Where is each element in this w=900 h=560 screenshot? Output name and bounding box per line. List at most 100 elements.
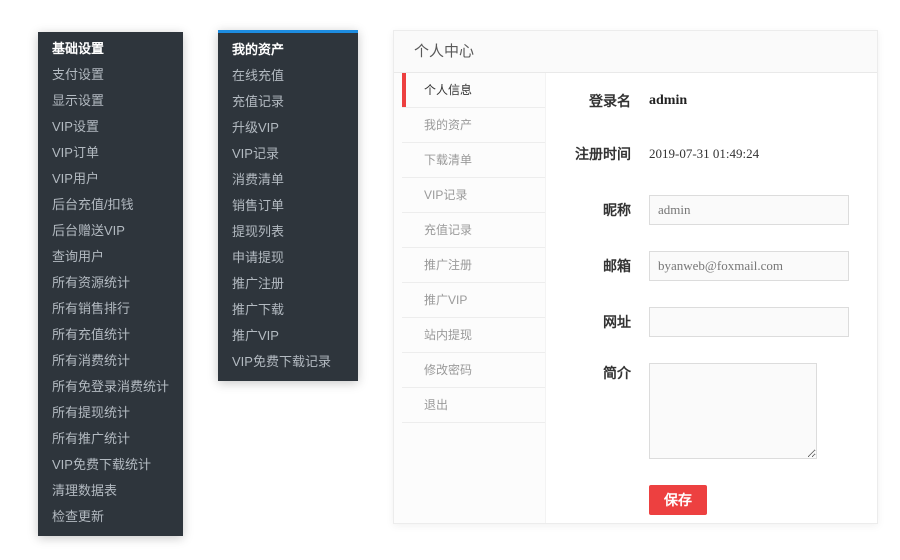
tab-item[interactable]: 个人信息 bbox=[402, 73, 545, 108]
sidebar-item-label: 申请提现 bbox=[232, 250, 284, 265]
panel-title: 个人中心 bbox=[394, 31, 877, 73]
sidebar-item-label: 所有销售排行 bbox=[52, 301, 130, 316]
sidebar-item[interactable]: 所有推广统计 bbox=[38, 426, 183, 452]
sidebar-item[interactable]: 在线充值 bbox=[218, 63, 358, 89]
sidebar-item-label: 支付设置 bbox=[52, 67, 104, 82]
tab-item-label: 推广注册 bbox=[424, 258, 472, 272]
settings-sidebar: 基础设置 支付设置 显示设置 VIP设置 VIP订单 VIP用户 后台充值/扣钱… bbox=[38, 32, 183, 536]
register-time-row: 注册时间 2019-07-31 01:49:24 bbox=[546, 144, 877, 164]
sidebar-item-label: 推广下载 bbox=[232, 302, 284, 317]
sidebar-item[interactable]: 所有销售排行 bbox=[38, 296, 183, 322]
sidebar-item-label: VIP免费下载统计 bbox=[52, 457, 151, 472]
login-name-value: admin bbox=[649, 93, 687, 109]
register-time-value: 2019-07-31 01:49:24 bbox=[649, 146, 759, 162]
save-row: 保存 bbox=[649, 485, 877, 515]
sidebar-item-label: 所有提现统计 bbox=[52, 405, 130, 420]
profile-form: 登录名 admin 注册时间 2019-07-31 01:49:24 昵称 邮箱… bbox=[546, 73, 877, 523]
email-label: 邮箱 bbox=[546, 256, 631, 276]
sidebar-item[interactable]: VIP用户 bbox=[38, 166, 183, 192]
panel-body: 个人信息 我的资产 下载清单 VIP记录 充值记录 bbox=[394, 73, 877, 523]
sidebar-item-label: 查询用户 bbox=[52, 249, 104, 264]
tab-item-label: 下载清单 bbox=[424, 153, 472, 167]
sidebar-item[interactable]: VIP免费下载记录 bbox=[218, 349, 358, 375]
sidebar-item-label: 我的资产 bbox=[232, 42, 284, 57]
login-name-label: 登录名 bbox=[546, 91, 631, 111]
save-button[interactable]: 保存 bbox=[649, 485, 707, 515]
sidebar-item-label: 显示设置 bbox=[52, 93, 104, 108]
sidebar-item[interactable]: VIP设置 bbox=[38, 114, 183, 140]
sidebar-item-label: 所有推广统计 bbox=[52, 431, 130, 446]
sidebar-item-label: 所有免登录消费统计 bbox=[52, 379, 169, 394]
sidebar-item[interactable]: 销售订单 bbox=[218, 193, 358, 219]
sidebar-item-label: VIP设置 bbox=[52, 119, 99, 134]
website-label: 网址 bbox=[546, 312, 631, 332]
sidebar-item[interactable]: 提现列表 bbox=[218, 219, 358, 245]
sidebar-item[interactable]: 推广下载 bbox=[218, 297, 358, 323]
tab-item-label: 退出 bbox=[424, 398, 448, 412]
sidebar-item[interactable]: 所有免登录消费统计 bbox=[38, 374, 183, 400]
sidebar-item[interactable]: 消费清单 bbox=[218, 167, 358, 193]
tab-item[interactable]: 推广VIP bbox=[402, 283, 545, 318]
sidebar-item[interactable]: 所有充值统计 bbox=[38, 322, 183, 348]
intro-textarea[interactable] bbox=[649, 363, 817, 459]
sidebar-item[interactable]: 推广注册 bbox=[218, 271, 358, 297]
tab-item[interactable]: 退出 bbox=[402, 388, 545, 423]
sidebar-item-label: 提现列表 bbox=[232, 224, 284, 239]
sidebar-item[interactable]: VIP免费下载统计 bbox=[38, 452, 183, 478]
sidebar-item[interactable]: 查询用户 bbox=[38, 244, 183, 270]
tab-item[interactable]: 下载清单 bbox=[402, 143, 545, 178]
personal-center-panel: 个人中心 个人信息 我的资产 下载清单 VIP记录 bbox=[393, 30, 878, 524]
sidebar-item[interactable]: 申请提现 bbox=[218, 245, 358, 271]
sidebar-item-label: 后台赠送VIP bbox=[52, 223, 125, 238]
website-input[interactable] bbox=[649, 307, 849, 337]
sidebar-item-label: 所有消费统计 bbox=[52, 353, 130, 368]
sidebar-item[interactable]: 支付设置 bbox=[38, 62, 183, 88]
sidebar-item[interactable]: 所有资源统计 bbox=[38, 270, 183, 296]
sidebar-item-label: VIP记录 bbox=[232, 146, 279, 161]
sidebar-item[interactable]: 推广VIP bbox=[218, 323, 358, 349]
tab-item-label: 站内提现 bbox=[424, 328, 472, 342]
tab-item[interactable]: 修改密码 bbox=[402, 353, 545, 388]
tab-item[interactable]: 充值记录 bbox=[402, 213, 545, 248]
website-row: 网址 bbox=[546, 307, 877, 337]
sidebar-item-label: 销售订单 bbox=[232, 198, 284, 213]
login-name-row: 登录名 admin bbox=[546, 91, 877, 111]
sidebar-item[interactable]: VIP记录 bbox=[218, 141, 358, 167]
nickname-row: 昵称 bbox=[546, 195, 877, 225]
sidebar-item-label: 升级VIP bbox=[232, 120, 279, 135]
sidebar-item[interactable]: VIP订单 bbox=[38, 140, 183, 166]
sidebar-item-label: VIP订单 bbox=[52, 145, 99, 160]
nickname-input[interactable] bbox=[649, 195, 849, 225]
sidebar-item[interactable]: 后台赠送VIP bbox=[38, 218, 183, 244]
sidebar-item-label: 消费清单 bbox=[232, 172, 284, 187]
sidebar-item-label: 所有充值统计 bbox=[52, 327, 130, 342]
sidebar-item[interactable]: 检查更新 bbox=[38, 504, 183, 530]
sidebar-item-label: 在线充值 bbox=[232, 68, 284, 83]
tab-item[interactable]: 推广注册 bbox=[402, 248, 545, 283]
sidebar-item[interactable]: 后台充值/扣钱 bbox=[38, 192, 183, 218]
tab-item[interactable]: 我的资产 bbox=[402, 108, 545, 143]
sidebar-item[interactable]: 升级VIP bbox=[218, 115, 358, 141]
tab-item[interactable]: VIP记录 bbox=[402, 178, 545, 213]
tab-item-label: 个人信息 bbox=[424, 83, 472, 97]
sidebar-item-label: 后台充值/扣钱 bbox=[52, 197, 134, 212]
sidebar-item[interactable]: 充值记录 bbox=[218, 89, 358, 115]
register-time-label: 注册时间 bbox=[546, 144, 631, 164]
sidebar-item-label: 清理数据表 bbox=[52, 483, 117, 498]
tab-item-label: 推广VIP bbox=[424, 293, 467, 307]
sidebar-item-label: VIP免费下载记录 bbox=[232, 354, 331, 369]
sidebar-item[interactable]: 所有消费统计 bbox=[38, 348, 183, 374]
sidebar-item[interactable]: 基础设置 bbox=[38, 36, 183, 62]
sidebar-item-label: 所有资源统计 bbox=[52, 275, 130, 290]
tab-item-label: 修改密码 bbox=[424, 363, 472, 377]
sidebar-item[interactable]: 我的资产 bbox=[218, 37, 358, 63]
sidebar-item[interactable]: 所有提现统计 bbox=[38, 400, 183, 426]
sidebar-item[interactable]: 清理数据表 bbox=[38, 478, 183, 504]
sidebar-item-label: VIP用户 bbox=[52, 171, 99, 186]
tab-item[interactable]: 站内提现 bbox=[402, 318, 545, 353]
profile-tab-list: 个人信息 我的资产 下载清单 VIP记录 充值记录 bbox=[394, 73, 546, 523]
email-input[interactable] bbox=[649, 251, 849, 281]
sidebar-item-label: 基础设置 bbox=[52, 41, 104, 56]
tab-item-label: VIP记录 bbox=[424, 188, 467, 202]
sidebar-item[interactable]: 显示设置 bbox=[38, 88, 183, 114]
